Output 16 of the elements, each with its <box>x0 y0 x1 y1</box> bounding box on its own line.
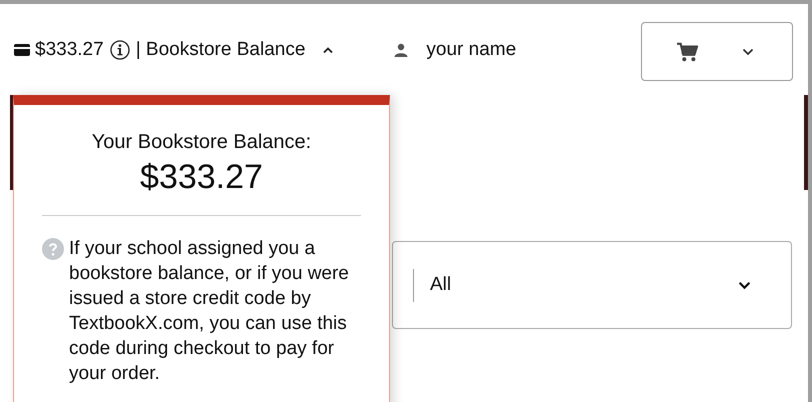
user-name[interactable]: your name <box>426 38 516 60</box>
person-icon <box>394 42 408 56</box>
credit-card-icon <box>14 44 30 56</box>
cart-menu-button[interactable] <box>641 22 793 81</box>
chevron-down-icon <box>742 48 754 56</box>
cart-icon <box>676 42 698 62</box>
help-text: If your school assigned you a bookstore balance, or if you were issued a store credit code by TextbookX.com, you can use this code during checkout to pay for your order. <box>69 237 350 386</box>
category-select[interactable]: All <box>392 241 792 329</box>
popup-amount: $333.27 <box>139 158 264 197</box>
balance-toggle[interactable]: $333.27 | Bookstore Balance <box>14 38 334 60</box>
chevron-down-icon <box>738 280 751 290</box>
popup-title: Your Bookstore Balance: <box>90 131 312 154</box>
balance-label: | Bookstore Balance <box>136 38 306 60</box>
help-icon <box>42 238 64 260</box>
balance-amount: $333.27 <box>35 38 104 60</box>
info-icon[interactable] <box>110 40 130 60</box>
